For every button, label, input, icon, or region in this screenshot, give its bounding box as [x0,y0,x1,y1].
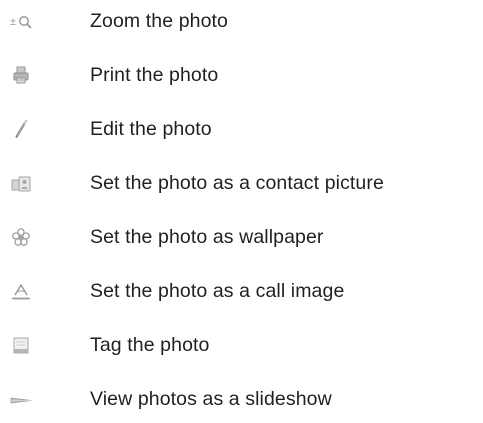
menu-item-label: Set the photo as a contact picture [90,172,384,194]
zoom-icon: ± [9,9,33,33]
menu-item-zoom[interactable]: ± Zoom the photo [0,1,483,41]
menu-item-label: Set the photo as wallpaper [90,226,324,248]
menu-item-tag[interactable]: Tag the photo [0,325,483,365]
menu-item-label: Print the photo [90,64,219,86]
menu-item-edit[interactable]: Edit the photo [0,109,483,149]
call-image-icon [9,279,33,303]
menu-item-contact-picture[interactable]: Set the photo as a contact picture [0,163,483,203]
menu-item-label: Zoom the photo [90,10,228,32]
menu-item-label: Set the photo as a call image [90,280,345,302]
printer-icon [9,63,33,87]
wallpaper-flower-icon [9,225,33,249]
menu-item-wallpaper[interactable]: Set the photo as wallpaper [0,217,483,257]
pencil-icon [9,117,33,141]
menu-item-print[interactable]: Print the photo [0,55,483,95]
svg-text:±: ± [10,16,16,28]
tag-icon [9,333,33,357]
menu-item-label: Tag the photo [90,334,210,356]
menu-item-label: Edit the photo [90,118,212,140]
contact-picture-icon [9,171,33,195]
slideshow-icon [9,387,33,411]
menu-item-call-image[interactable]: Set the photo as a call image [0,271,483,311]
menu-item-label: View photos as a slideshow [90,388,332,410]
menu-item-slideshow[interactable]: View photos as a slideshow [0,379,483,419]
